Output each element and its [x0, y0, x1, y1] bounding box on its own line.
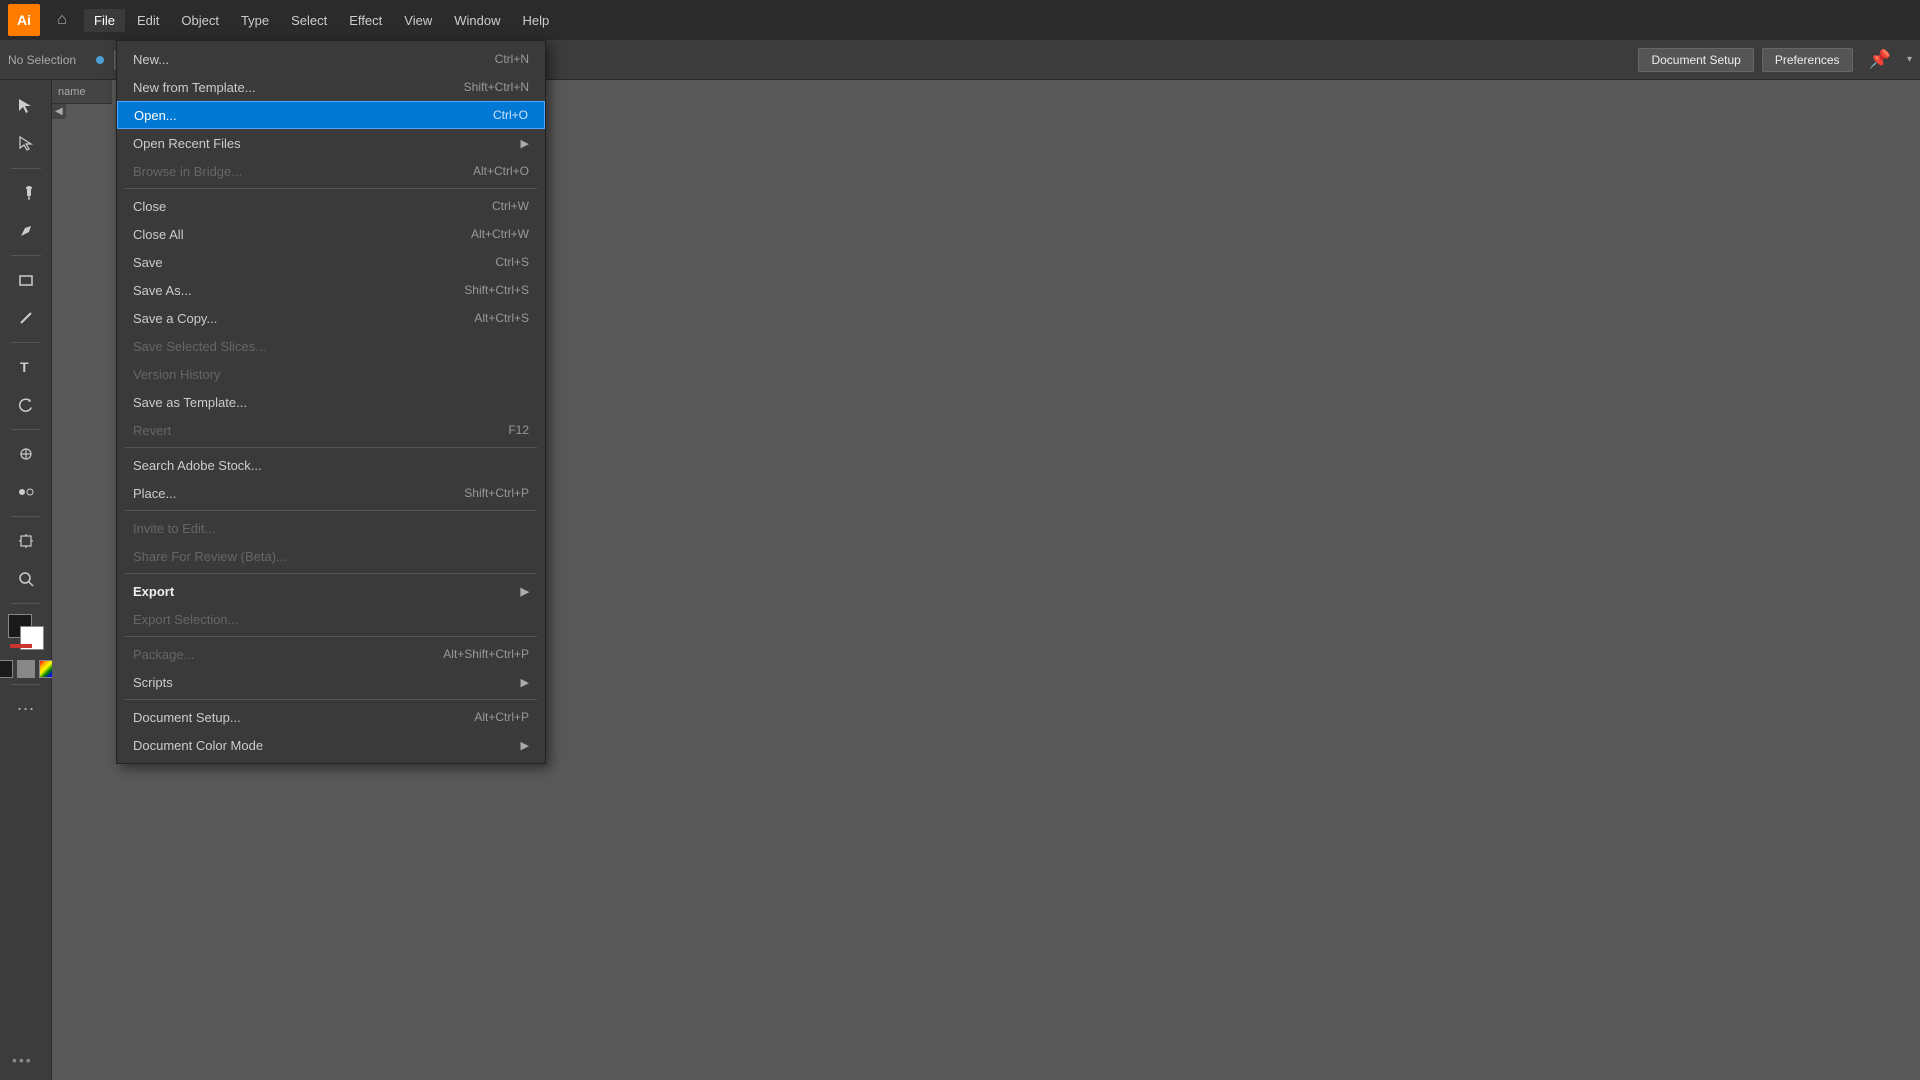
menu-share-review: Share For Review (Beta)... — [117, 542, 545, 570]
rotate-tool[interactable] — [8, 387, 44, 423]
menu-save-as[interactable]: Save As... Shift+Ctrl+S — [117, 276, 545, 304]
file-dropdown-menu: New... Ctrl+N New from Template... Shift… — [116, 40, 546, 764]
menu-file[interactable]: File — [84, 9, 125, 32]
blend-tool[interactable] — [8, 474, 44, 510]
tool-separator-2 — [11, 255, 41, 256]
type-tool[interactable]: T — [8, 349, 44, 385]
tool-separator-7 — [11, 684, 41, 685]
menu-new-from-template[interactable]: New from Template... Shift+Ctrl+N — [117, 73, 545, 101]
symbol-tool[interactable] — [8, 436, 44, 472]
scripts-arrow-icon: ▶ — [521, 676, 529, 689]
tool-separator-4 — [11, 429, 41, 430]
color-mode-buttons — [0, 660, 57, 678]
color-fill-icon[interactable] — [17, 660, 35, 678]
menu-edit[interactable]: Edit — [127, 9, 169, 32]
pen-tool[interactable] — [8, 213, 44, 249]
menu-select[interactable]: Select — [281, 9, 337, 32]
menu-items: File Edit Object Type Select Effect View… — [84, 9, 559, 32]
zoom-tool[interactable] — [8, 561, 44, 597]
more-tools[interactable]: ⋯ — [8, 691, 44, 727]
no-fill-icon[interactable] — [0, 660, 13, 678]
canvas-panel: name — [52, 80, 112, 104]
separator-3 — [125, 510, 537, 511]
submenu-arrow-icon: ▶ — [521, 137, 529, 150]
brush-tool[interactable] — [8, 175, 44, 211]
selection-status: No Selection — [8, 53, 76, 67]
color-slash-icon — [10, 626, 32, 648]
pin-icon[interactable]: 📌 — [1861, 49, 1899, 70]
menu-export[interactable]: Export ▶ — [117, 577, 545, 605]
rectangle-tool[interactable] — [8, 262, 44, 298]
menu-version-history: Version History — [117, 360, 545, 388]
svg-text:T: T — [20, 359, 29, 375]
more-options-icon[interactable]: ••• — [12, 1052, 33, 1068]
color-swatch[interactable] — [8, 614, 44, 650]
menu-object[interactable]: Object — [171, 9, 229, 32]
menu-window[interactable]: Window — [444, 9, 510, 32]
preferences-button[interactable]: Preferences — [1762, 48, 1853, 72]
menu-document-color-mode[interactable]: Document Color Mode ▶ — [117, 731, 545, 759]
menu-new[interactable]: New... Ctrl+N — [117, 45, 545, 73]
menu-export-selection: Export Selection... — [117, 605, 545, 633]
tool-separator-6 — [11, 603, 41, 604]
menu-document-setup[interactable]: Document Setup... Alt+Ctrl+P — [117, 703, 545, 731]
menu-revert: Revert F12 — [117, 416, 545, 444]
toolbar-expand-icon[interactable]: ▾ — [1907, 54, 1912, 65]
artboard-tool[interactable] — [8, 523, 44, 559]
menu-effect[interactable]: Effect — [339, 9, 392, 32]
home-icon[interactable]: ⌂ — [48, 6, 76, 34]
tool-separator-1 — [11, 168, 41, 169]
document-setup-button[interactable]: Document Setup — [1638, 48, 1753, 72]
menu-browse-bridge: Browse in Bridge... Alt+Ctrl+O — [117, 157, 545, 185]
menu-save-copy[interactable]: Save a Copy... Alt+Ctrl+S — [117, 304, 545, 332]
separator-4 — [125, 573, 537, 574]
menu-save[interactable]: Save Ctrl+S — [117, 248, 545, 276]
menu-view[interactable]: View — [394, 9, 442, 32]
direct-selection-tool[interactable] — [8, 126, 44, 162]
tool-separator-5 — [11, 516, 41, 517]
pencil-tool[interactable] — [8, 300, 44, 336]
menu-scripts[interactable]: Scripts ▶ — [117, 668, 545, 696]
separator-6 — [125, 699, 537, 700]
left-sidebar: T — [0, 80, 52, 1080]
panel-collapse-icon[interactable]: ◀ — [52, 104, 66, 119]
menu-close-all[interactable]: Close All Alt+Ctrl+W — [117, 220, 545, 248]
menu-bar: Ai ⌂ File Edit Object Type Select Effect… — [0, 0, 1920, 40]
selection-tool[interactable] — [8, 88, 44, 124]
app-logo: Ai — [8, 4, 40, 36]
tool-separator-3 — [11, 342, 41, 343]
stroke-dot-icon — [96, 56, 104, 64]
menu-type[interactable]: Type — [231, 9, 279, 32]
separator-5 — [125, 636, 537, 637]
menu-invite-edit: Invite to Edit... — [117, 514, 545, 542]
menu-save-as-template[interactable]: Save as Template... — [117, 388, 545, 416]
menu-help[interactable]: Help — [512, 9, 559, 32]
menu-open-recent[interactable]: Open Recent Files ▶ — [117, 129, 545, 157]
canvas-panel-text: name — [58, 86, 86, 98]
menu-close[interactable]: Close Ctrl+W — [117, 192, 545, 220]
menu-place[interactable]: Place... Shift+Ctrl+P — [117, 479, 545, 507]
menu-save-selected-slices: Save Selected Slices... — [117, 332, 545, 360]
separator-2 — [125, 447, 537, 448]
separator-1 — [125, 188, 537, 189]
menu-search-stock[interactable]: Search Adobe Stock... — [117, 451, 545, 479]
menu-package: Package... Alt+Shift+Ctrl+P — [117, 640, 545, 668]
export-arrow-icon: ▶ — [521, 585, 529, 598]
color-mode-arrow-icon: ▶ — [521, 739, 529, 752]
menu-open[interactable]: Open... Ctrl+O — [117, 101, 545, 129]
